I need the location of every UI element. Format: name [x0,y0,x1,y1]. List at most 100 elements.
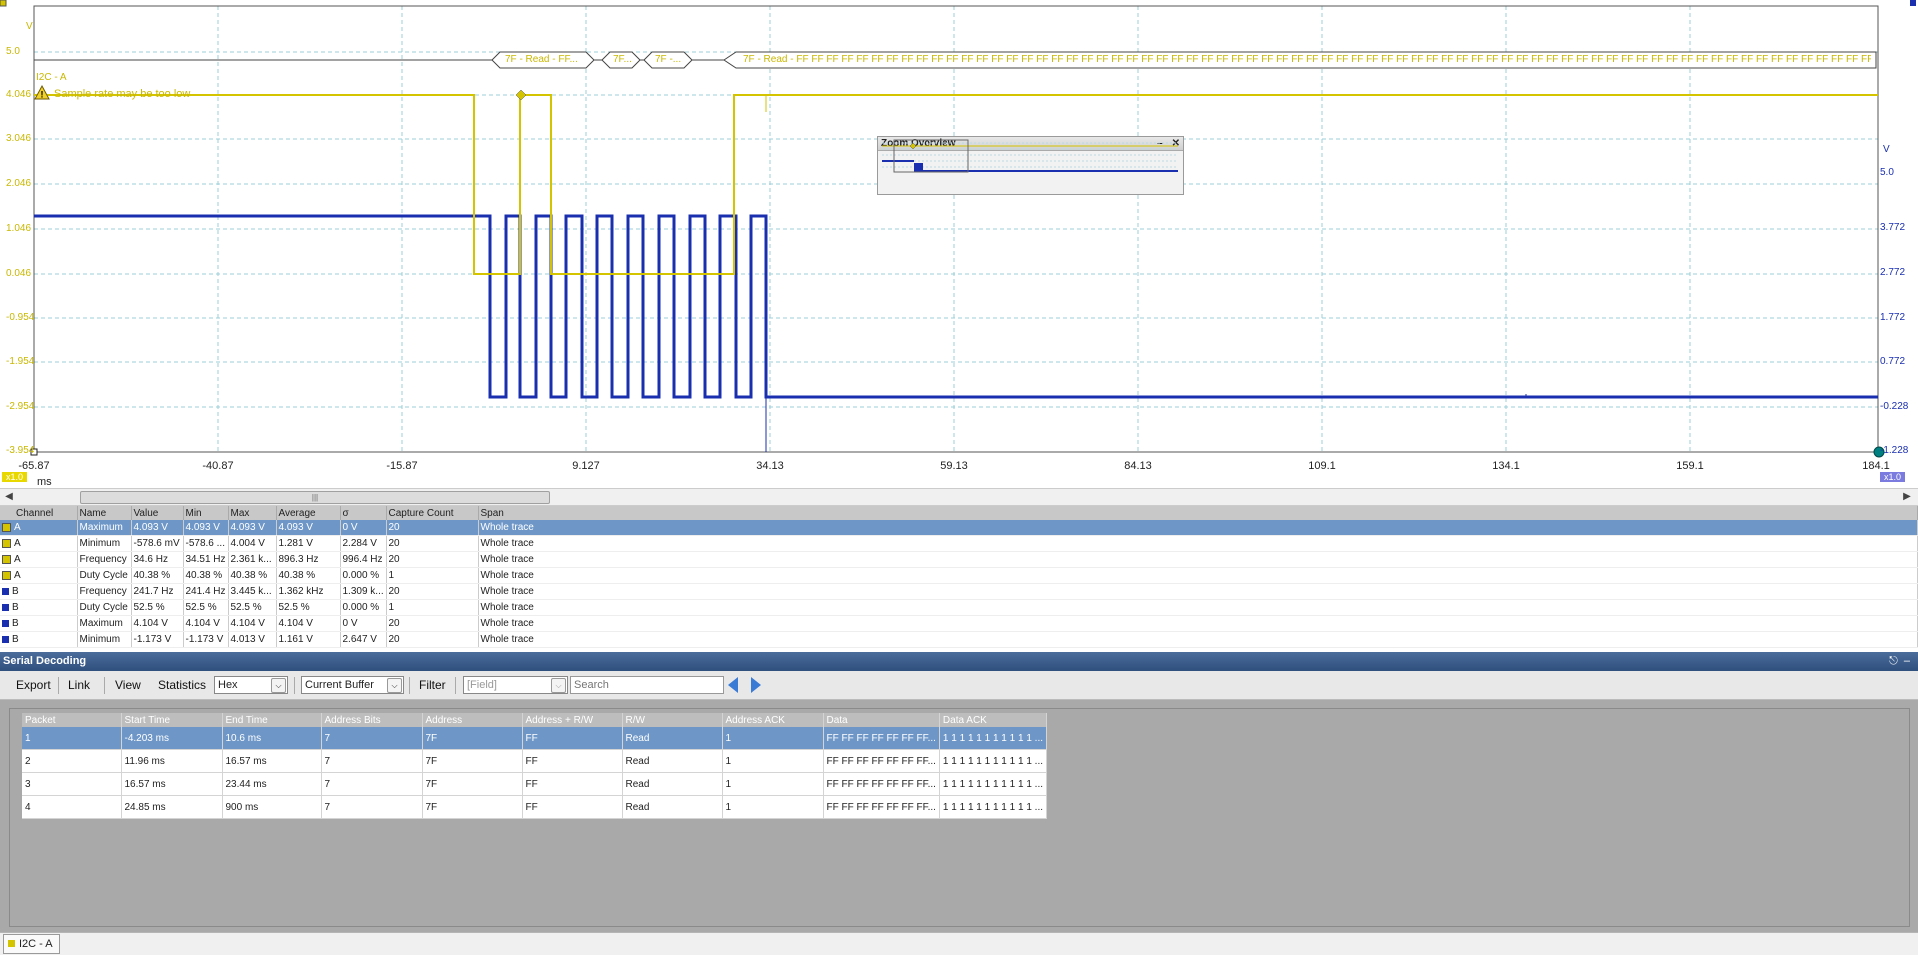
measurement-row[interactable]: B Minimum -1.173 V -1.173 V 4.013 V 1.16… [0,631,1918,648]
cell: Read [622,772,723,796]
cell: 241.7 Hz [131,583,184,600]
column-header[interactable]: Span [478,506,1918,520]
decoder-tab[interactable]: I2C - A [3,934,60,954]
right-axis-tick: 5.0 [1880,167,1894,178]
measurement-row[interactable]: A Duty Cycle 40.38 % 40.38 % 40.38 % 40.… [0,567,1918,584]
column-header[interactable]: Address [422,713,523,727]
cell: A [14,570,21,581]
cell: 4.104 V [276,615,341,632]
column-header[interactable]: End Time [222,713,322,727]
column-header[interactable]: Data ACK [939,713,1048,727]
cell: FF [522,749,623,773]
scroll-left-arrow-icon[interactable]: ◀ [2,489,16,504]
column-header[interactable]: Capture Count [386,506,479,520]
packet-label-3[interactable]: 7F -... [655,54,681,65]
cell: 7F [422,795,523,819]
column-header[interactable]: Value [131,506,184,520]
measurement-row[interactable]: B Duty Cycle 52.5 % 52.5 % 52.5 % 52.5 %… [0,599,1918,616]
column-header[interactable]: Average [276,506,341,520]
view-button[interactable]: View [111,676,145,694]
cell: Maximum [77,520,132,536]
measurement-row[interactable]: A Minimum -578.6 mV -578.6 ... 4.004 V 1… [0,535,1918,552]
cell: 34.6 Hz [131,551,184,568]
packet-label-2[interactable]: 7F... [613,54,632,65]
cell: 241.4 Hz [183,583,229,600]
statistics-button[interactable]: Statistics [154,676,210,694]
column-header[interactable]: Min [183,506,229,520]
x-axis-tick: 109.1 [1308,460,1336,472]
cell: 3 [22,772,122,796]
measurement-row[interactable]: B Frequency 241.7 Hz 241.4 Hz 3.445 k...… [0,583,1918,600]
left-axis-tick: -0.954 [6,312,35,323]
cell: 4.093 V [276,520,341,536]
cell: 1 [386,599,479,616]
previous-arrow-icon[interactable] [728,677,738,693]
next-arrow-icon[interactable] [751,677,761,693]
cell: 996.4 Hz [340,551,387,568]
column-header[interactable]: Address Bits [321,713,423,727]
link-button[interactable]: Link [64,676,94,694]
zoom-overview-thumbnail[interactable] [878,137,1181,179]
export-button[interactable]: Export [12,676,55,694]
channel-b-trace [34,214,1878,399]
channel-a-marker-icon [2,570,11,580]
right-axis-tick: -1.228 [1880,445,1909,456]
column-header[interactable]: Start Time [121,713,223,727]
field-select[interactable]: [Field] ⌵ [463,676,568,694]
packet-row[interactable]: 1 -4.203 ms 10.6 ms 7 7F FF Read 1 FF FF… [22,727,1048,750]
packet-row[interactable]: 2 11.96 ms 16.57 ms 7 7F FF Read 1 FF FF… [22,749,1048,773]
trigger-marker[interactable] [515,89,527,101]
right-zoom-badge[interactable]: x1.0 [1880,472,1906,482]
zoom-overview-window[interactable]: Zoom Overview – ✕ [877,136,1184,195]
cell: 2.647 V [340,631,387,648]
filter-button[interactable]: Filter [415,676,450,694]
cell: 7 [321,772,423,796]
cell: Whole trace [478,599,1918,616]
cell: A [14,554,21,565]
cell: Duty Cycle [77,599,132,616]
format-select[interactable]: Hex ⌵ [214,676,288,694]
column-header[interactable]: σ [340,506,387,520]
x-axis-tick: -40.87 [202,460,234,472]
waveform-canvas[interactable]: ! [0,0,1918,485]
scope-view[interactable]: ! V V I2C - A Sample rate may be too low… [0,0,1918,488]
chevron-down-icon: ⌵ [387,678,402,693]
packet-row[interactable]: 3 16.57 ms 23.44 ms 7 7F FF Read 1 FF FF… [22,772,1048,796]
measurement-row[interactable]: A Frequency 34.6 Hz 34.51 Hz 2.361 k... … [0,551,1918,568]
packet-row[interactable]: 4 24.85 ms 900 ms 7 7F FF Read 1 FF FF F… [22,795,1048,819]
search-input[interactable] [570,676,724,694]
right-axis-tick: -0.228 [1880,401,1909,412]
column-header[interactable]: Data [823,713,940,727]
cell: 1 [386,567,479,584]
channel-b-marker-icon [2,587,9,595]
left-zoom-badge[interactable]: x1.0 [2,472,28,482]
column-header[interactable]: Address ACK [722,713,824,727]
packet-grid-area: Packet Start Time End Time Address Bits … [9,708,1910,927]
minimize-icon[interactable]: – [1904,655,1910,667]
cell: 1 [722,772,824,796]
column-header[interactable]: Address + R/W [522,713,623,727]
scrollbar-thumb[interactable]: ||| [80,491,550,504]
cell: 52.5 % [131,599,184,616]
packet-label-1[interactable]: 7F - Read - FF... [505,54,578,65]
cell: -4.203 ms [121,727,223,750]
cell: 1.161 V [276,631,341,648]
serial-toolbar: Export Link View Statistics Hex ⌵ Curren… [0,671,1918,700]
cell: Whole trace [478,535,1918,552]
column-header[interactable]: Channel [0,506,78,520]
pin-icon[interactable]: ⎋ [1889,655,1898,667]
column-header[interactable]: Max [228,506,277,520]
scroll-right-arrow-icon[interactable]: ▶ [1900,489,1914,504]
cell: 4.093 V [131,520,184,536]
column-header[interactable]: Name [77,506,132,520]
column-header[interactable]: Packet [22,713,122,727]
packet-label-4[interactable]: 7F - Read - FF FF FF FF FF FF FF FF FF F… [743,54,1871,65]
measurement-row[interactable]: A Maximum 4.093 V 4.093 V 4.093 V 4.093 … [0,520,1918,536]
buffer-select[interactable]: Current Buffer ⌵ [301,676,404,694]
column-header[interactable]: R/W [622,713,723,727]
left-axis-tick: 1.046 [6,223,32,234]
horizontal-scrollbar[interactable]: ◀ ||| ▶ [0,488,1918,506]
cell: 20 [386,583,479,600]
cell: 1 [722,795,824,819]
measurement-row[interactable]: B Maximum 4.104 V 4.104 V 4.104 V 4.104 … [0,615,1918,632]
